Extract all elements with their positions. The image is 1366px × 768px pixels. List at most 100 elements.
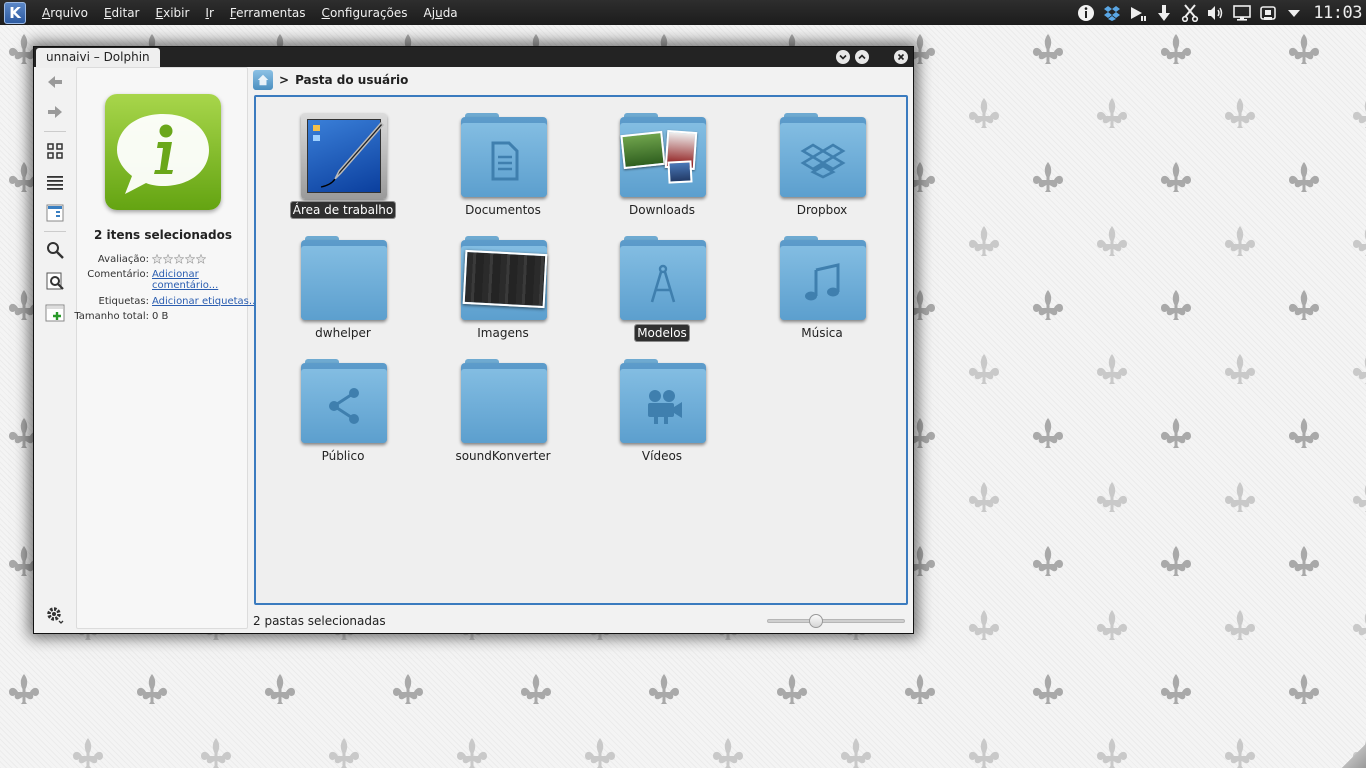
expand-arrow-icon[interactable] bbox=[1281, 2, 1307, 24]
kde-launcher-button[interactable]: K bbox=[4, 1, 26, 24]
fleur-de-lis-mark bbox=[1289, 162, 1319, 192]
clock[interactable]: 11:03 bbox=[1307, 3, 1366, 23]
fleur-de-lis-mark bbox=[73, 738, 103, 768]
dropbox-icon[interactable] bbox=[1099, 2, 1125, 24]
folder-item[interactable]: dwhelper bbox=[278, 230, 408, 346]
maximize-button[interactable] bbox=[855, 50, 869, 64]
folder-label: soundKonverter bbox=[455, 449, 551, 463]
network-icon[interactable] bbox=[1255, 2, 1281, 24]
titlebar[interactable]: unnaivi – Dolphin bbox=[34, 47, 913, 68]
search-icon bbox=[47, 242, 64, 259]
arrow-right-icon bbox=[48, 106, 62, 118]
fleur-de-lis-mark bbox=[841, 738, 871, 768]
status-text: 2 pastas selecionadas bbox=[253, 614, 386, 628]
star-icon[interactable] bbox=[174, 254, 184, 264]
info-icon[interactable] bbox=[1073, 2, 1099, 24]
star-icon[interactable] bbox=[152, 254, 162, 264]
fleur-de-lis-mark bbox=[1225, 482, 1255, 512]
add-tags-link[interactable]: Adicionar etiquetas... bbox=[152, 296, 258, 307]
volume-icon[interactable] bbox=[1203, 2, 1229, 24]
columns-view-button[interactable] bbox=[42, 200, 68, 226]
menu-item[interactable]: Arquivo bbox=[34, 6, 96, 20]
menu-item[interactable]: Configurações bbox=[314, 6, 416, 20]
star-icon[interactable] bbox=[185, 254, 195, 264]
fleur-de-lis-mark bbox=[1289, 34, 1319, 64]
fleur-de-lis-mark bbox=[969, 226, 999, 256]
fleur-de-lis-mark bbox=[905, 674, 935, 704]
fleur-de-lis-mark bbox=[969, 354, 999, 384]
fleur-de-lis-mark bbox=[393, 674, 423, 704]
fleur-de-lis-mark bbox=[1097, 226, 1127, 256]
folder-label: Música bbox=[801, 326, 843, 340]
menu-item[interactable]: Editar bbox=[96, 6, 148, 20]
split-view-button[interactable] bbox=[42, 300, 68, 326]
details-view-button[interactable] bbox=[42, 169, 68, 195]
fleur-de-lis-mark bbox=[1033, 546, 1063, 576]
fleur-de-lis-mark bbox=[1097, 610, 1127, 640]
fleur-de-lis-mark bbox=[1353, 229, 1366, 256]
preview-icon bbox=[46, 272, 64, 290]
compass-icon bbox=[620, 236, 706, 320]
menu-item[interactable]: Ajuda bbox=[416, 6, 466, 20]
size-label: Tamanho total: bbox=[74, 311, 149, 322]
display-icon[interactable] bbox=[1229, 2, 1255, 24]
folder-item[interactable]: Música bbox=[757, 230, 887, 346]
zoom-slider-handle[interactable] bbox=[808, 614, 823, 628]
desktop-corner-handle[interactable] bbox=[1342, 744, 1366, 768]
icons-view-button[interactable] bbox=[42, 138, 68, 164]
fleur-de-lis-mark bbox=[1033, 34, 1063, 64]
video-icon bbox=[620, 359, 706, 443]
minimize-button[interactable] bbox=[836, 50, 850, 64]
window-title[interactable]: unnaivi – Dolphin bbox=[36, 48, 160, 68]
home-icon[interactable] bbox=[253, 70, 273, 90]
rating-stars[interactable] bbox=[152, 254, 247, 264]
folder-item[interactable]: Dropbox bbox=[757, 107, 887, 223]
folder-item[interactable]: Modelos bbox=[597, 230, 727, 346]
folder-item[interactable]: Imagens bbox=[438, 230, 568, 346]
folder-item[interactable]: Público bbox=[278, 353, 408, 469]
fleur-de-lis-mark bbox=[1353, 485, 1366, 512]
menu-item[interactable]: Ferramentas bbox=[222, 6, 314, 20]
folder-label: Vídeos bbox=[641, 449, 683, 463]
media-player-icon[interactable] bbox=[1125, 2, 1151, 24]
folder-item[interactable]: soundKonverter bbox=[438, 353, 568, 469]
desktop-icon bbox=[301, 113, 387, 199]
fleur-de-lis-mark bbox=[969, 610, 999, 640]
download-icon[interactable] bbox=[1151, 2, 1177, 24]
forward-button[interactable] bbox=[42, 99, 68, 125]
fleur-de-lis-mark bbox=[649, 674, 679, 704]
folder-label: Modelos bbox=[635, 325, 689, 341]
status-bar: 2 pastas selecionadas bbox=[253, 611, 909, 631]
add-comment-link[interactable]: Adicionar comentário... bbox=[152, 269, 247, 291]
menu-item[interactable]: Ir bbox=[197, 6, 221, 20]
menu-bar: Arquivo Editar Exibir Ir Ferramentas Configur… bbox=[34, 6, 466, 20]
menu-item[interactable]: Exibir bbox=[148, 6, 198, 20]
list-icon bbox=[47, 176, 63, 190]
fleur-de-lis-mark bbox=[265, 674, 295, 704]
scissors-icon[interactable] bbox=[1177, 2, 1203, 24]
close-button[interactable] bbox=[894, 50, 908, 64]
back-button[interactable] bbox=[42, 69, 68, 95]
control-menu-button[interactable] bbox=[42, 602, 68, 628]
star-icon[interactable] bbox=[196, 254, 206, 264]
fleur-de-lis-mark bbox=[1225, 610, 1255, 640]
star-icon[interactable] bbox=[163, 254, 173, 264]
zoom-slider[interactable] bbox=[767, 614, 905, 628]
fleur-de-lis-mark bbox=[1353, 357, 1366, 384]
folder-item[interactable]: Documentos bbox=[438, 107, 568, 223]
breadcrumb-location[interactable]: Pasta do usuário bbox=[295, 73, 408, 87]
close-icon bbox=[897, 53, 905, 61]
information-panel: 2 itens selecionados Avaliação: Comentár… bbox=[74, 67, 258, 629]
folder-item[interactable]: Vídeos bbox=[597, 353, 727, 469]
comment-label: Comentário: bbox=[87, 269, 149, 280]
folder-item[interactable]: Downloads bbox=[597, 107, 727, 223]
folder-label: Público bbox=[321, 449, 365, 463]
search-button[interactable] bbox=[42, 237, 68, 263]
fleur-de-lis-mark bbox=[521, 674, 551, 704]
preview-button[interactable] bbox=[42, 268, 68, 294]
file-view[interactable]: Área de trabalho Documentos Downloads Dropb… bbox=[254, 95, 908, 605]
dropbox-icon bbox=[780, 113, 866, 197]
fleur-de-lis-mark bbox=[137, 674, 167, 704]
folder-item[interactable]: Área de trabalho bbox=[278, 107, 408, 223]
breadcrumb: > Pasta do usuário bbox=[253, 69, 909, 91]
